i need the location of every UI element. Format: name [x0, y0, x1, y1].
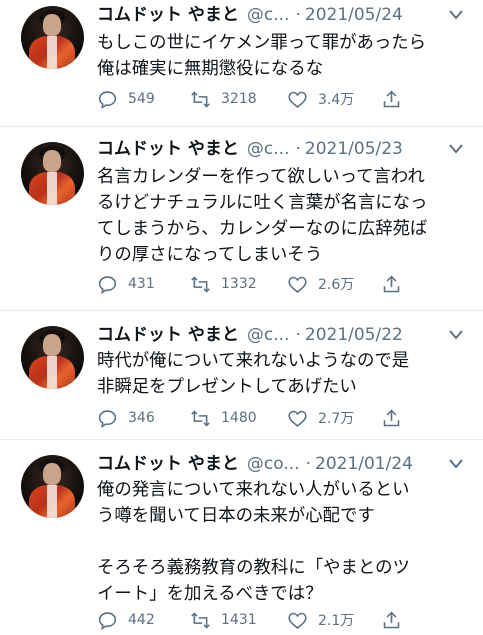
reply-button[interactable]: 346 [97, 405, 155, 431]
avatar[interactable] [21, 326, 84, 389]
separator-dot: · [295, 325, 301, 345]
share-button[interactable] [381, 607, 402, 633]
retweet-button[interactable]: 1480 [190, 405, 257, 431]
tweet-header: コムドット やまと @co... · 2021/01/24 [97, 452, 413, 476]
heart-icon [288, 410, 307, 427]
heart-icon [288, 612, 307, 629]
timestamp[interactable]: 2021/01/24 [315, 454, 413, 474]
like-count: 3.4万 [318, 92, 355, 108]
timestamp[interactable]: 2021/05/22 [305, 325, 403, 345]
chevron-down-icon[interactable] [449, 330, 463, 340]
share-button[interactable] [381, 271, 402, 297]
tweet-text: 名言カレンダーを作って欲しいって言われ るけどナチュラルに吐く言葉が名言になっ … [97, 167, 428, 265]
reply-icon [98, 409, 117, 428]
like-button[interactable]: 2.1万 [287, 607, 354, 633]
separator-dot: · [295, 139, 301, 159]
reply-button[interactable]: 442 [97, 607, 155, 633]
handle[interactable]: @co... [247, 454, 300, 474]
tweet-header: コムドット やまと @c... · 2021/05/23 [97, 137, 403, 161]
retweet-button[interactable]: 1431 [190, 607, 257, 633]
retweet-count: 1480 [221, 410, 257, 426]
like-button[interactable]: 3.4万 [287, 86, 354, 112]
handle[interactable]: @c... [247, 5, 290, 25]
retweet-count: 1332 [221, 276, 257, 292]
separator-dot: · [295, 5, 301, 25]
tweet[interactable]: コムドット やまと @c... · 2021/05/23 名言カレンダーを作って欲しい… [0, 127, 483, 310]
like-count: 2.1万 [318, 613, 355, 629]
retweet-count: 3218 [221, 91, 257, 107]
retweet-icon [191, 409, 210, 427]
share-icon [383, 275, 400, 292]
reply-count: 346 [128, 410, 155, 426]
share-icon [383, 409, 400, 426]
reply-button[interactable]: 549 [97, 86, 155, 112]
reply-count: 442 [128, 612, 155, 628]
avatar[interactable] [21, 455, 84, 518]
tweet-actions: 549 3218 3.4万 [97, 86, 417, 112]
chevron-down-icon[interactable] [449, 144, 463, 154]
handle[interactable]: @c... [247, 325, 290, 345]
separator-dot: · [305, 454, 311, 474]
handle[interactable]: @c... [247, 139, 290, 159]
reply-icon [98, 275, 117, 294]
tweet-actions: 431 1332 2.6万 [97, 271, 417, 297]
like-button[interactable]: 2.7万 [287, 405, 354, 431]
tweet-actions: 442 1431 2.1万 [97, 607, 417, 633]
retweet-icon [191, 90, 210, 108]
tweet-text: 時代が俺について来れないようなので是 非瞬足をプレゼントしてあげたい [97, 351, 410, 397]
tweet[interactable]: コムドット やまと @c... · 2021/05/24 もしこの世にイケメン罪って罪… [0, 0, 483, 126]
reply-button[interactable]: 431 [97, 271, 155, 297]
tweet[interactable]: コムドット やまと @c... · 2021/05/22 時代が俺について来れないよう… [0, 311, 483, 439]
heart-icon [288, 91, 307, 108]
share-button[interactable] [381, 86, 402, 112]
display-name[interactable]: コムドット やまと [97, 454, 239, 474]
tweet-text: 俺の発言について来れない人がいるとい う噂を聞いて日本の未来が心配です そろそろ… [97, 480, 410, 604]
retweet-icon [191, 275, 210, 293]
share-icon [383, 90, 400, 107]
tweet-text: もしこの世にイケメン罪って罪があったら 俺は確実に無期懲役になるな [97, 33, 427, 79]
tweet-actions: 346 1480 2.7万 [97, 405, 417, 431]
tweet-header: コムドット やまと @c... · 2021/05/24 [97, 3, 403, 27]
timestamp[interactable]: 2021/05/24 [305, 5, 403, 25]
retweet-button[interactable]: 1332 [190, 271, 257, 297]
chevron-down-icon[interactable] [449, 459, 463, 469]
tweet[interactable]: コムドット やまと @co... · 2021/01/24 俺の発言について来れない人… [0, 440, 483, 635]
like-button[interactable]: 2.6万 [287, 271, 354, 297]
like-count: 2.7万 [318, 411, 355, 427]
tweet-header: コムドット やまと @c... · 2021/05/22 [97, 323, 403, 347]
share-button[interactable] [381, 405, 402, 431]
reply-count: 431 [128, 276, 155, 292]
display-name[interactable]: コムドット やまと [97, 5, 239, 25]
timestamp[interactable]: 2021/05/23 [305, 139, 403, 159]
like-count: 2.6万 [318, 277, 355, 293]
avatar[interactable] [21, 6, 84, 69]
heart-icon [288, 276, 307, 293]
display-name[interactable]: コムドット やまと [97, 325, 239, 345]
retweet-icon [191, 611, 210, 629]
share-icon [383, 611, 400, 628]
avatar[interactable] [21, 142, 84, 205]
reply-icon [98, 611, 117, 630]
display-name[interactable]: コムドット やまと [97, 139, 239, 159]
reply-count: 549 [128, 91, 155, 107]
chevron-down-icon[interactable] [449, 10, 463, 20]
retweet-button[interactable]: 3218 [190, 86, 257, 112]
retweet-count: 1431 [221, 612, 257, 628]
reply-icon [98, 90, 117, 109]
